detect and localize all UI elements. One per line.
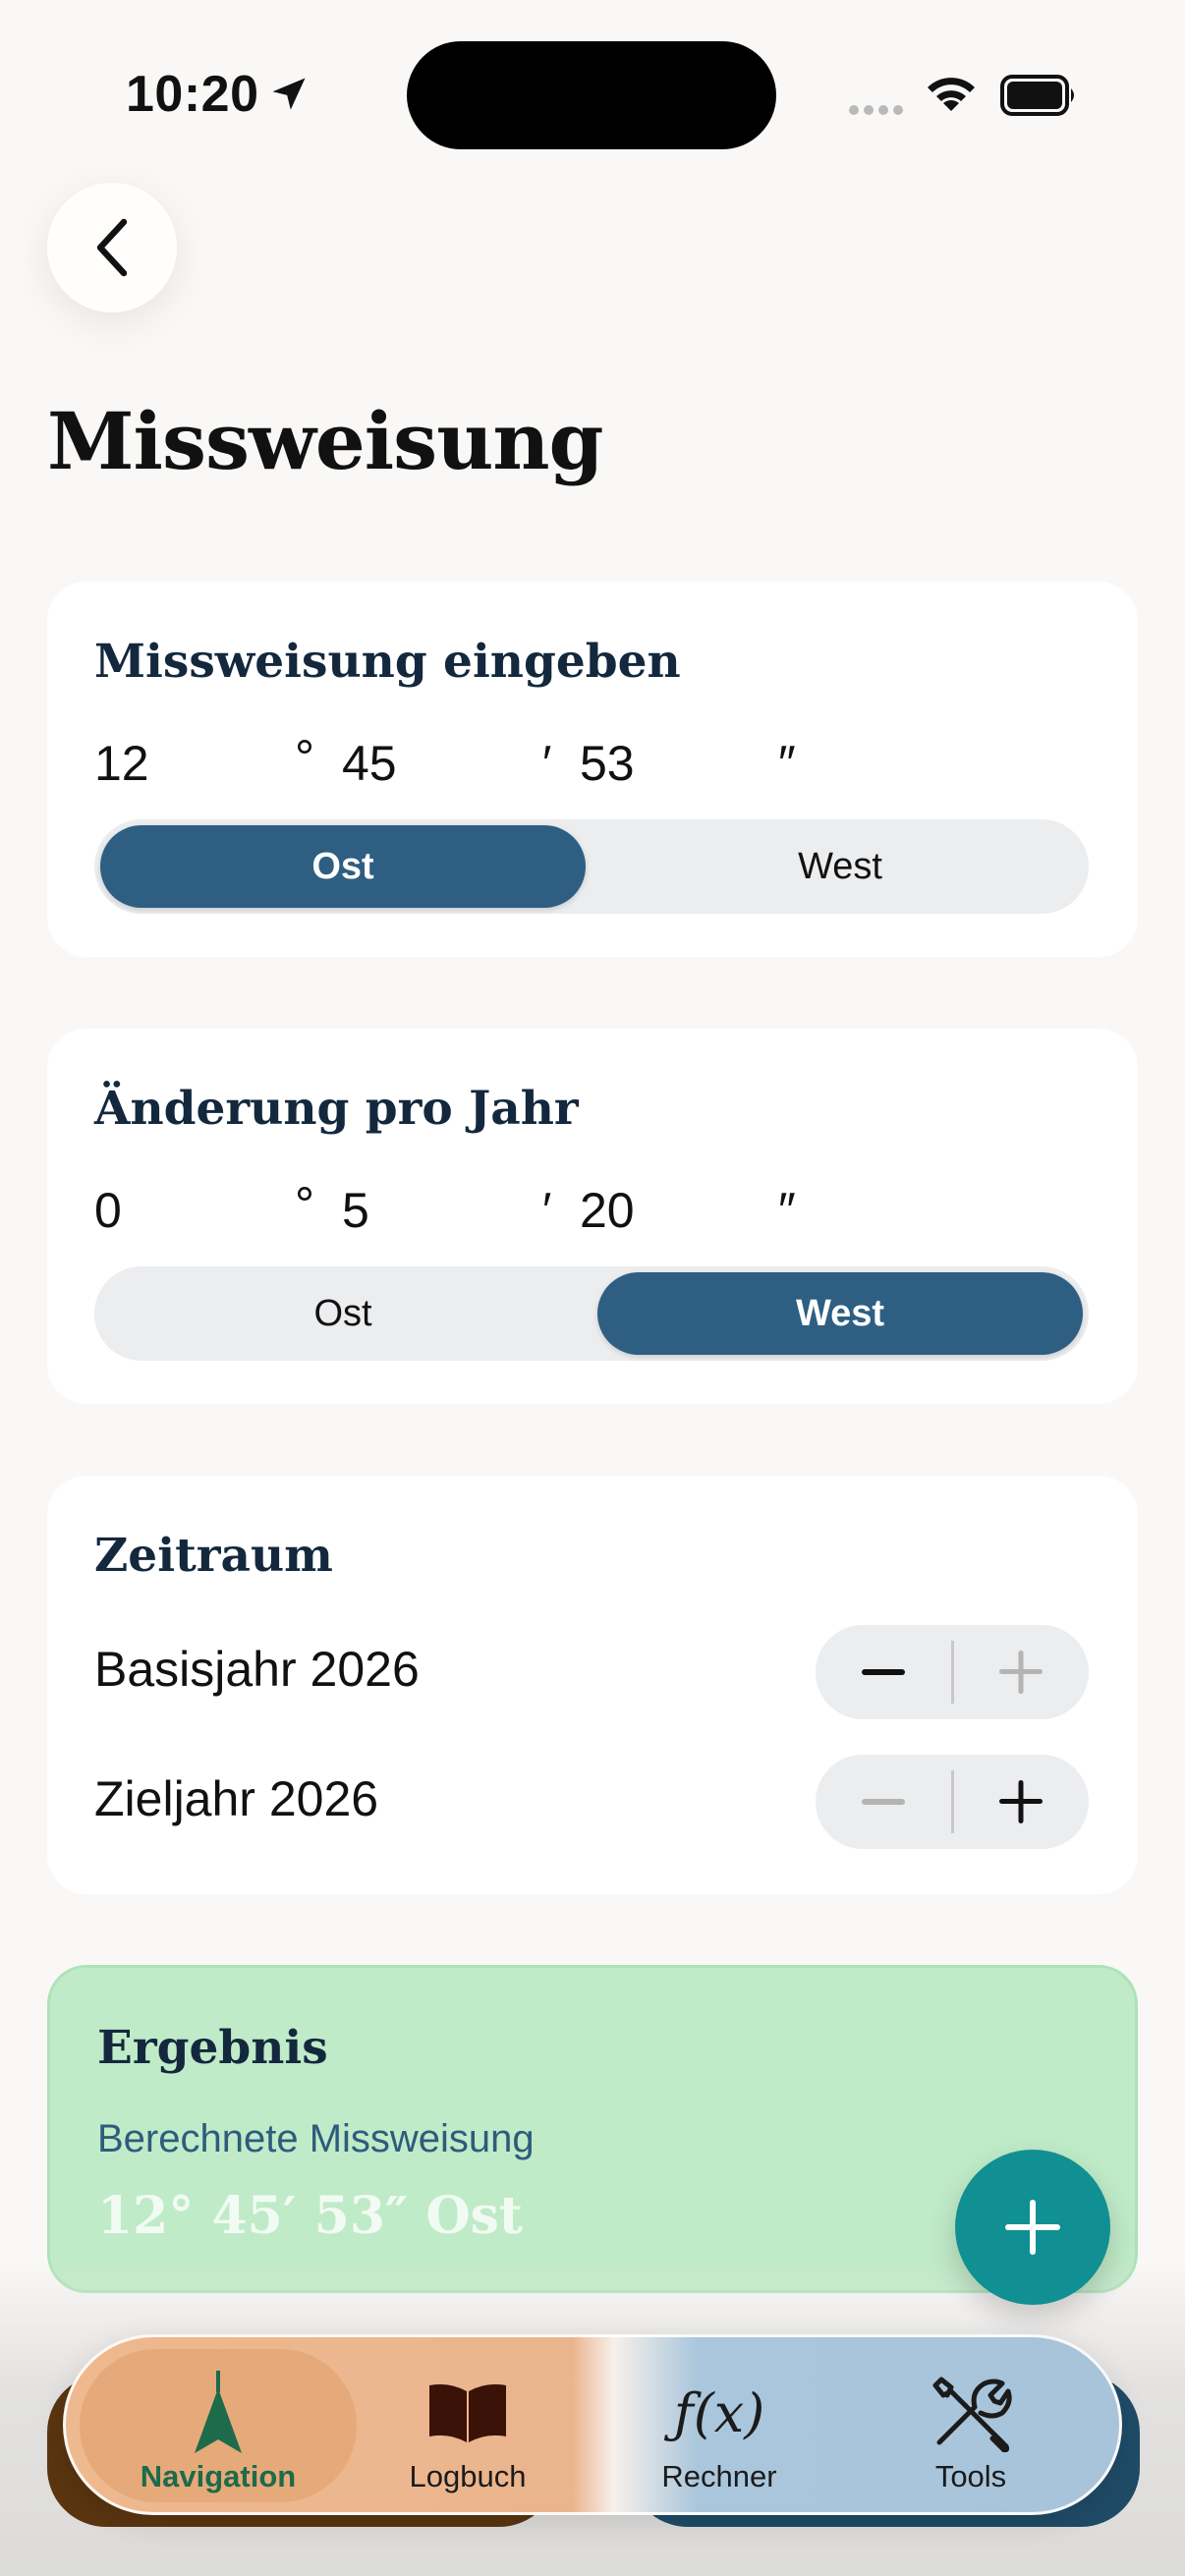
base-year-label: Basisjahr 2026 (94, 1642, 420, 1697)
declination-option-ost[interactable]: Ost (100, 825, 586, 908)
change-degrees-input[interactable]: 0 (94, 1182, 122, 1239)
change-option-ost[interactable]: Ost (100, 1272, 586, 1355)
dynamic-island (407, 41, 776, 149)
add-button[interactable] (955, 2150, 1110, 2305)
period-card: Zeitraum Basisjahr 2026 Zieljahr 2026 (47, 1476, 1138, 1894)
minute-symbol: ′ (542, 736, 552, 791)
tab-logbuch[interactable]: Logbuch (345, 2337, 591, 2518)
tab-tools[interactable]: Tools (848, 2337, 1094, 2518)
status-time: 10:20 (126, 66, 259, 123)
second-symbol: ″ (778, 1183, 796, 1238)
tab-rechner-label: Rechner (661, 2459, 777, 2493)
declination-card-title: Missweisung eingeben (94, 635, 681, 689)
target-year-stepper (816, 1755, 1089, 1849)
battery-icon (1000, 75, 1074, 116)
location-arrow-icon (272, 78, 306, 110)
target-year-label: Zieljahr 2026 (94, 1771, 379, 1826)
target-year-decrement-button[interactable] (816, 1755, 951, 1849)
tab-logbuch-label: Logbuch (409, 2459, 527, 2493)
change-direction-segmented: Ost West (94, 1266, 1089, 1361)
navigation-arrow-icon (195, 2371, 242, 2453)
function-icon: ƒ(x) (673, 2381, 765, 2444)
tab-rechner[interactable]: ƒ(x) Rechner (596, 2337, 842, 2518)
change-option-west[interactable]: West (597, 1272, 1083, 1355)
tab-navigation[interactable]: Navigation (95, 2337, 341, 2518)
page-title: Missweisung (47, 395, 603, 487)
wifi-icon (928, 78, 975, 111)
minus-icon (862, 1669, 905, 1675)
book-icon (429, 2383, 506, 2442)
declination-direction-segmented: Ost West (94, 819, 1089, 914)
declination-seconds-input[interactable]: 53 (580, 735, 635, 792)
target-year-increment-button[interactable] (953, 1755, 1089, 1849)
declination-option-west[interactable]: West (597, 825, 1083, 908)
result-value: 12° 45′ 53″ Ost (97, 2186, 523, 2246)
minus-icon (862, 1799, 905, 1805)
base-year-increment-button[interactable] (953, 1625, 1089, 1719)
result-subtitle: Berechnete Missweisung (97, 2117, 535, 2160)
degree-symbol: ° (295, 730, 314, 785)
annual-change-card-title: Änderung pro Jahr (94, 1082, 579, 1136)
degree-symbol: ° (295, 1177, 314, 1232)
declination-card: Missweisung eingeben 12 ° 45 ′ 53 ″ Ost … (47, 582, 1138, 957)
second-symbol: ″ (778, 736, 796, 791)
chevron-left-icon (96, 218, 128, 277)
tab-navigation-label: Navigation (140, 2459, 297, 2493)
minute-symbol: ′ (542, 1183, 552, 1238)
tab-bar: Navigation Logbuch ƒ(x) Rechner Tools (63, 2334, 1122, 2515)
base-year-decrement-button[interactable] (816, 1625, 951, 1719)
annual-change-card: Änderung pro Jahr 0 ° 5 ′ 20 ″ Ost West (47, 1029, 1138, 1404)
tools-icon (932, 2377, 1012, 2452)
period-card-title: Zeitraum (94, 1529, 333, 1583)
cellular-signal-icon (849, 102, 908, 120)
declination-degrees-input[interactable]: 12 (94, 735, 149, 792)
declination-minutes-input[interactable]: 45 (342, 735, 397, 792)
plus-icon (999, 1651, 1043, 1694)
plus-icon (999, 1780, 1043, 1823)
tab-tools-label: Tools (934, 2459, 1007, 2493)
base-year-stepper (816, 1625, 1089, 1719)
result-card-title: Ergebnis (97, 2021, 328, 2075)
change-seconds-input[interactable]: 20 (580, 1182, 635, 1239)
plus-icon (1005, 2200, 1060, 2255)
back-button[interactable] (47, 183, 177, 312)
change-minutes-input[interactable]: 5 (342, 1182, 369, 1239)
